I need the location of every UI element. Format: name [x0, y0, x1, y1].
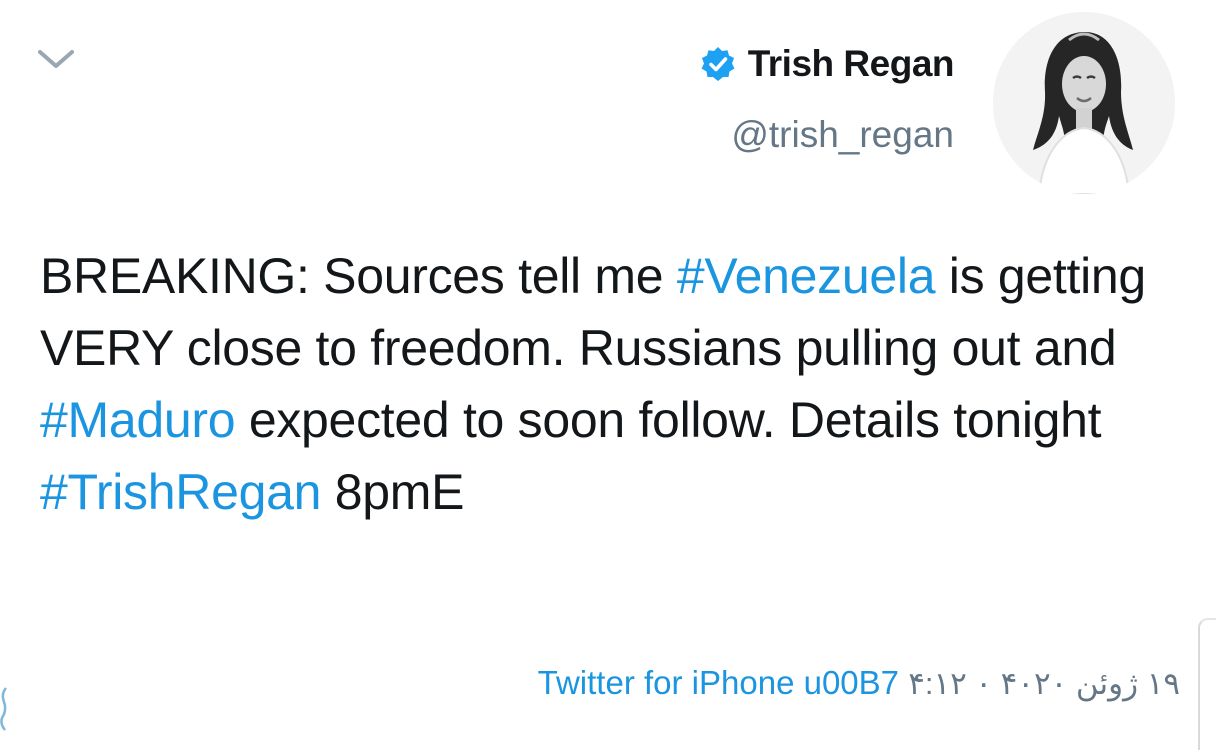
tweet-card: Trish Regan @trish_regan BREAKING: Sourc… [0, 0, 1216, 750]
tweet-source-link[interactable]: Twitter for iPhone u00B7 [538, 664, 899, 701]
partial-icon [0, 684, 8, 732]
verified-badge-icon [700, 46, 736, 82]
avatar[interactable] [993, 12, 1175, 194]
author-block[interactable]: Trish Regan @trish_regan [700, 36, 955, 156]
author-handle[interactable]: @trish_regan [700, 114, 954, 156]
tweet-text: BREAKING: Sources tell me #Venezuela is … [40, 240, 1190, 528]
author-name-row: Trish Regan [700, 36, 955, 92]
hashtag-link-trishregan[interactable]: #TrishRegan [40, 464, 321, 520]
tweet-text-segment: BREAKING: Sources tell me [40, 248, 677, 304]
tweet-text-segment: expected to soon follow. Details tonight [235, 392, 1102, 448]
hashtag-link-maduro[interactable]: #Maduro [40, 392, 236, 448]
tweet-timestamp[interactable]: ۱۹ ژوئن ۴۰۲۰ ۰ ۴:۱۲ [908, 666, 1180, 701]
tweet-text-segment: 8pmE [321, 464, 465, 520]
chevron-down-icon[interactable] [36, 44, 76, 74]
adjacent-card-edge [1198, 618, 1216, 750]
tweet-meta: Twitter for iPhone u00B7 ۱۹ ژوئن ۴۰۲۰ ۰ … [538, 664, 1180, 702]
hashtag-link-venezuela[interactable]: #Venezuela [677, 248, 936, 304]
author-display-name[interactable]: Trish Regan [748, 43, 955, 85]
